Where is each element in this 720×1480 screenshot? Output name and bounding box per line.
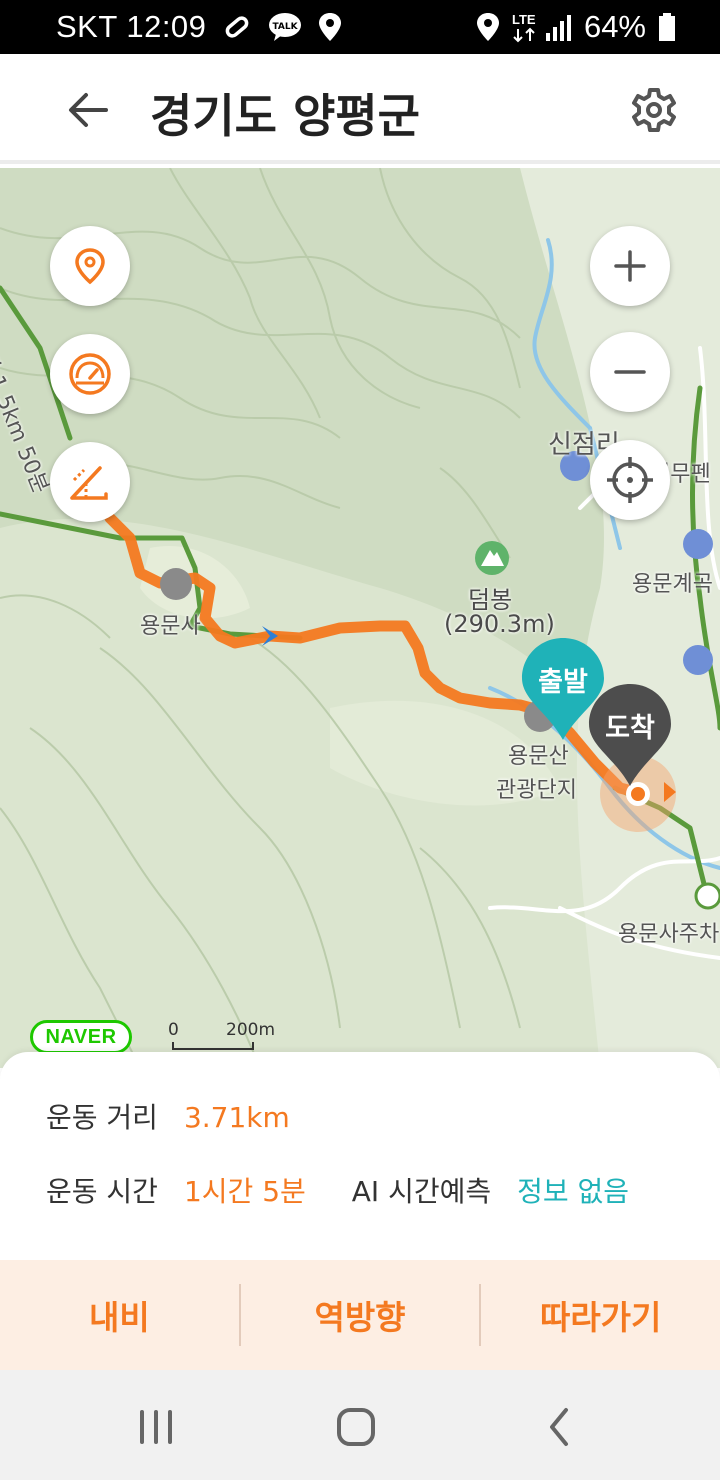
talk-icon: TALK — [269, 13, 302, 41]
svg-text:TALK: TALK — [273, 22, 299, 32]
location-pin-icon — [75, 248, 105, 285]
svg-text:LTE: LTE — [512, 12, 536, 27]
gps-button[interactable] — [590, 440, 670, 520]
ai-time-value: 정보 없음 — [517, 1175, 630, 1208]
naver-logo: NAVER — [30, 1020, 132, 1054]
crosshair-icon — [607, 457, 653, 503]
lodging-label-2: 용문계곡 — [632, 572, 713, 597]
back-button[interactable] — [62, 84, 114, 136]
slope-icon — [70, 466, 108, 500]
speedometer-icon — [69, 353, 111, 395]
temple-label: 용문사 — [140, 614, 201, 639]
home-icon — [337, 1408, 375, 1446]
recent-apps-button[interactable] — [126, 1400, 186, 1454]
follow-button[interactable]: 따라가기 — [481, 1260, 720, 1370]
slope-button[interactable] — [50, 442, 130, 522]
zoom-in-button[interactable] — [590, 226, 670, 306]
status-bar: SKT 12:09 TALK LTE 64% — [0, 0, 720, 54]
status-left: SKT 12:09 TALK — [56, 9, 342, 45]
distance-row: 운동 거리 3.71km — [46, 1096, 290, 1136]
time-value: 1시간 5분 — [183, 1175, 306, 1208]
chevron-left-icon — [550, 1408, 568, 1446]
location-pin-icon — [476, 13, 499, 41]
ai-time-label: AI 시간예측 — [351, 1175, 492, 1208]
tourist-label-2: 관광단지 — [496, 778, 577, 803]
plus-icon — [614, 250, 646, 282]
paperclip-icon — [226, 16, 249, 38]
time-label: 운동 시간 — [46, 1175, 158, 1208]
map-terrain — [0, 168, 720, 1068]
distance-value: 3.71km — [183, 1101, 290, 1134]
page-title: 경기도 양평군 — [150, 89, 420, 143]
lte-signal-icon: LTE — [512, 12, 571, 43]
app-header: 경기도 양평군 — [0, 54, 720, 164]
location-pin-icon — [319, 13, 342, 41]
battery-percent: 64% — [583, 9, 646, 44]
scale-zero-label: 0 — [168, 1020, 179, 1040]
time-row: 운동 시간 1시간 5분 AI 시간예측 정보 없음 — [46, 1170, 629, 1210]
scale-bar — [172, 1042, 254, 1050]
system-nav-bar — [0, 1370, 720, 1480]
scale-value-label: 200m — [226, 1020, 276, 1040]
battery-icon — [659, 13, 675, 41]
carrier-time: SKT 12:09 — [56, 9, 207, 44]
action-bar: 내비 역방향 따라가기 — [0, 1260, 720, 1370]
reverse-button[interactable]: 역방향 — [241, 1260, 480, 1370]
map-view[interactable]: 사진 1.5km 50분 신점리 이무펜 용문계곡 용문사 덤봉 (290.3m… — [0, 168, 720, 1068]
recent-apps-icon — [140, 1410, 172, 1444]
zoom-out-button[interactable] — [590, 332, 670, 412]
location-button[interactable] — [50, 226, 130, 306]
navi-button[interactable]: 내비 — [0, 1260, 239, 1370]
arrow-left-icon — [69, 93, 108, 127]
minus-icon — [614, 370, 646, 374]
info-panel: 운동 거리 3.71km 운동 시간 1시간 5분 AI 시간예측 정보 없음 — [0, 1052, 720, 1260]
settings-button[interactable] — [626, 82, 682, 138]
speed-button[interactable] — [50, 334, 130, 414]
parking-label: 용문사주차 — [618, 922, 720, 947]
distance-label: 운동 거리 — [46, 1101, 158, 1134]
system-back-button[interactable] — [530, 1400, 590, 1454]
home-button[interactable] — [326, 1400, 386, 1454]
end-marker-label: 도착 — [605, 713, 655, 744]
status-right: LTE 64% — [476, 9, 676, 45]
gear-icon — [632, 88, 676, 132]
